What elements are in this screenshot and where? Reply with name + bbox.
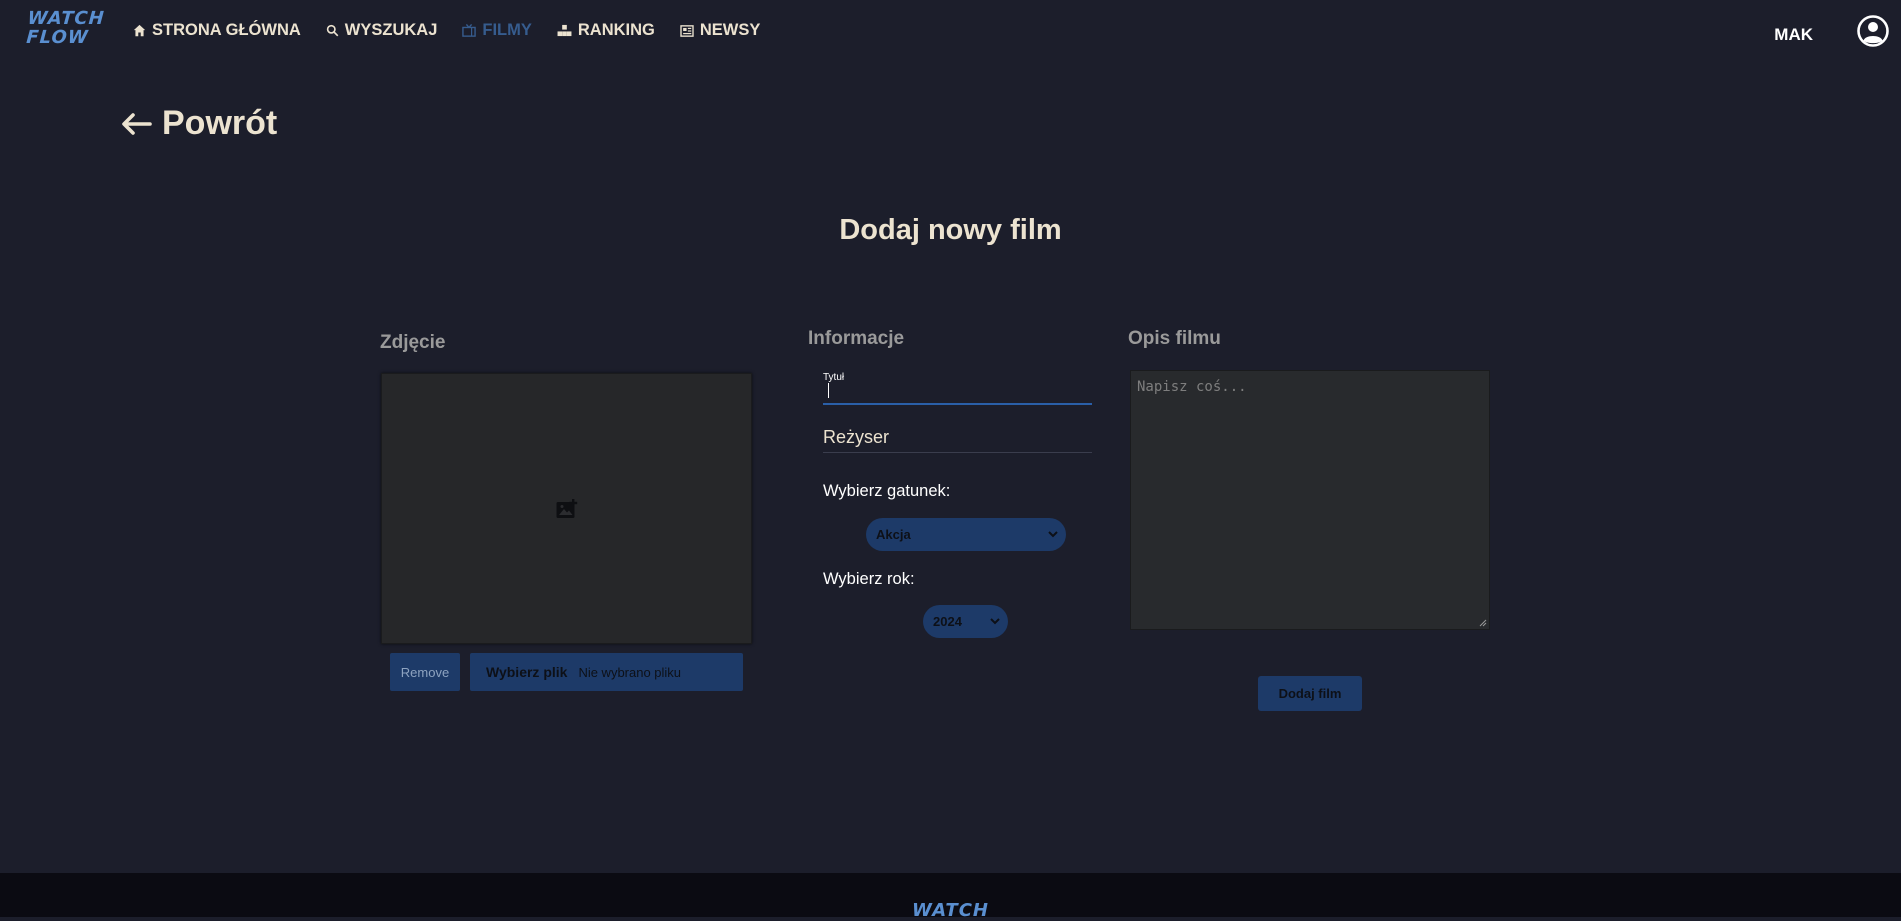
navbar: WATCH FLOW STRONA GŁÓWNA WYSZUKAJ FILMY … — [0, 0, 1901, 62]
user-name[interactable]: MAK — [1774, 25, 1813, 45]
director-placeholder: Reżyser — [823, 427, 890, 447]
year-select[interactable]: 2024 — [923, 605, 1008, 638]
chevron-down-icon — [1048, 531, 1058, 538]
back-link-label: Powrót — [162, 104, 278, 142]
nav-item-search[interactable]: WYSZUKAJ — [326, 21, 438, 40]
footer: WATCH — [0, 873, 1901, 921]
news-icon — [680, 24, 694, 37]
description-textarea[interactable]: Napisz coś... — [1130, 370, 1490, 630]
page-title: Dodaj nowy film — [839, 214, 1062, 246]
nav-item-home-label: STRONA GŁÓWNA — [152, 21, 301, 39]
arrow-left-icon — [122, 112, 152, 135]
back-link[interactable]: Powrót — [122, 104, 277, 143]
add-film-button[interactable]: Dodaj film — [1258, 676, 1362, 711]
director-input[interactable]: Reżyser — [823, 427, 1092, 453]
year-label: Wybierz rok: — [823, 570, 915, 588]
chevron-down-icon — [990, 618, 1000, 625]
file-status-text: Nie wybrano pliku — [578, 664, 682, 680]
nav-item-news[interactable]: NEWSY — [680, 21, 761, 40]
nav-item-news-label: NEWSY — [699, 21, 761, 39]
nav-item-films-label: FILMY — [482, 21, 532, 39]
title-field-label: Tytuł — [823, 372, 845, 383]
genre-label: Wybierz gatunek: — [823, 482, 951, 500]
user-avatar-icon[interactable] — [1857, 15, 1889, 47]
add-image-icon — [556, 498, 577, 518]
year-selected-value: 2024 — [933, 614, 962, 629]
title-input[interactable] — [823, 383, 1092, 405]
ranking-icon — [557, 24, 572, 37]
search-icon — [326, 24, 339, 37]
nav-item-home[interactable]: STRONA GŁÓWNA — [133, 21, 301, 40]
home-icon — [133, 24, 146, 37]
logo-line-2: FLOW — [25, 27, 90, 48]
nav-item-ranking[interactable]: RANKING — [557, 21, 655, 40]
nav-menu: STRONA GŁÓWNA WYSZUKAJ FILMY RANKING NEW… — [133, 21, 785, 40]
resize-handle-icon[interactable] — [1479, 619, 1487, 627]
nav-item-films[interactable]: FILMY — [462, 21, 532, 40]
nav-item-ranking-label: RANKING — [577, 21, 655, 39]
remove-photo-button[interactable]: Remove — [390, 653, 460, 691]
description-section-label: Opis filmu — [1128, 328, 1221, 349]
genre-select[interactable]: Akcja — [866, 518, 1066, 551]
film-icon — [462, 24, 477, 37]
text-caret — [828, 383, 829, 398]
footer-logo[interactable]: WATCH — [0, 900, 1901, 921]
logo-line-1: WATCH — [26, 8, 106, 29]
genre-selected-value: Akcja — [876, 527, 911, 542]
choose-file-button[interactable]: Wybierz plik — [486, 664, 567, 680]
file-input[interactable]: Wybierz plik Nie wybrano pliku — [470, 653, 743, 691]
photo-preview[interactable] — [381, 373, 752, 644]
app-logo[interactable]: WATCH FLOW — [25, 8, 106, 48]
photo-section-label: Zdjęcie — [380, 332, 446, 353]
nav-item-search-label: WYSZUKAJ — [344, 21, 438, 39]
info-section-label: Informacje — [808, 328, 905, 349]
description-placeholder: Napisz coś... — [1137, 379, 1247, 395]
